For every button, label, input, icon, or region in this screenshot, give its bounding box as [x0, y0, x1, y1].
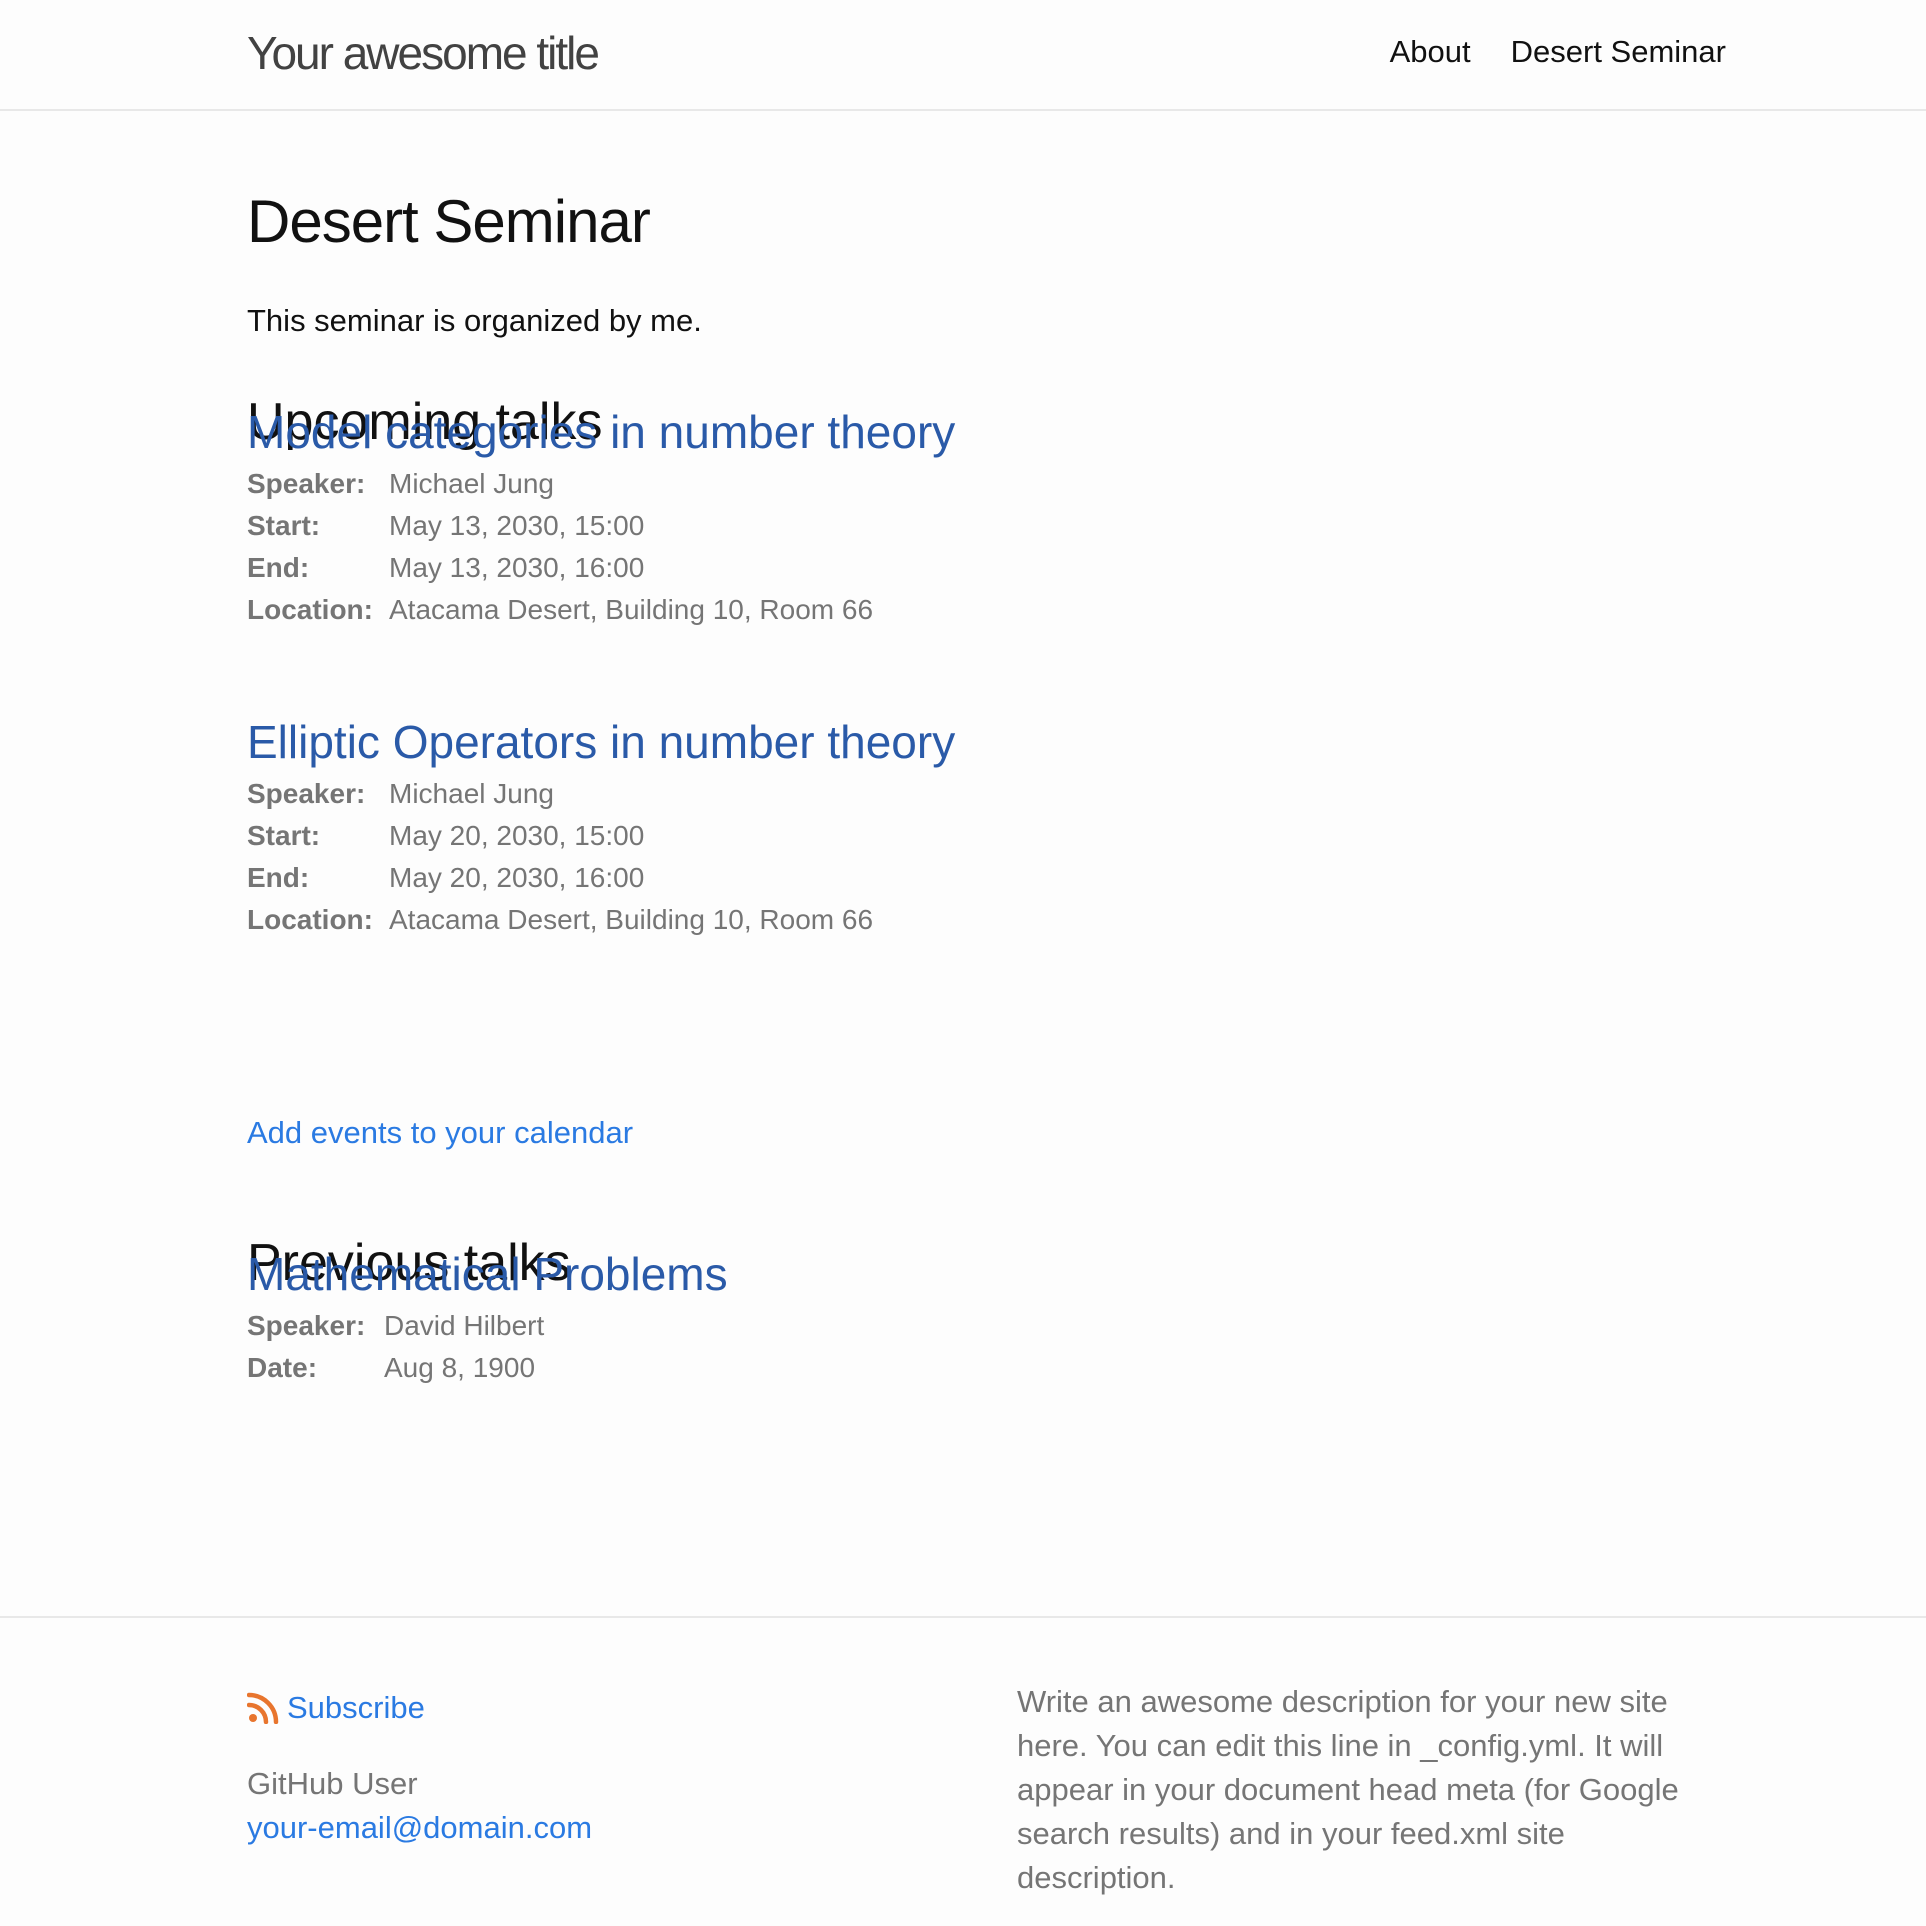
meta-key: Start:: [247, 820, 321, 851]
meta-key: End:: [247, 552, 310, 583]
meta-value: Atacama Desert, Building 10, Room 66: [389, 904, 874, 935]
talk-meta: Speaker: Michael Jung Start: May 13, 203…: [247, 463, 873, 631]
meta-key: Speaker:: [247, 1310, 366, 1341]
meta-value: May 20, 2030, 15:00: [389, 820, 645, 851]
meta-key: Date:: [247, 1352, 318, 1383]
talk-meta: Speaker: David Hilbert Date: Aug 8, 1900: [247, 1305, 544, 1389]
site-header: Your awesome title About Desert Seminar: [0, 0, 1926, 111]
meta-key: Location:: [247, 904, 373, 935]
meta-row-start: Start: May 20, 2030, 15:00: [247, 815, 873, 857]
footer-username: GitHub User: [247, 1766, 418, 1801]
meta-value: May 20, 2030, 16:00: [389, 862, 645, 893]
meta-key: Location:: [247, 594, 373, 625]
meta-key: End:: [247, 862, 310, 893]
subscribe-link[interactable]: Subscribe: [247, 1690, 425, 1726]
talk-meta: Speaker: Michael Jung Start: May 20, 203…: [247, 773, 873, 941]
talk-title-link[interactable]: Model categories in number theory: [247, 405, 955, 459]
meta-row-location: Location: Atacama Desert, Building 10, R…: [247, 589, 873, 631]
nav-about-link[interactable]: About: [1390, 34, 1471, 70]
site-footer: Subscribe GitHub User your-email@domain.…: [0, 1616, 1926, 1926]
meta-row-speaker: Speaker: Michael Jung: [247, 773, 873, 815]
add-to-calendar-link[interactable]: Add events to your calendar: [247, 1115, 633, 1151]
meta-key: Start:: [247, 510, 321, 541]
meta-value: Michael Jung: [389, 468, 554, 499]
site-title-link[interactable]: Your awesome title: [247, 26, 600, 80]
intro-text: This seminar is organized by me.: [247, 303, 702, 338]
page-title: Desert Seminar: [247, 188, 651, 255]
meta-row-location: Location: Atacama Desert, Building 10, R…: [247, 899, 873, 941]
meta-row-speaker: Speaker: David Hilbert: [247, 1305, 544, 1347]
subscribe-label: Subscribe: [287, 1690, 425, 1725]
meta-row-end: End: May 20, 2030, 16:00: [247, 857, 873, 899]
meta-value: Aug 8, 1900: [384, 1352, 536, 1383]
meta-key: Speaker:: [247, 778, 366, 809]
meta-row-end: End: May 13, 2030, 16:00: [247, 547, 873, 589]
meta-row-speaker: Speaker: Michael Jung: [247, 463, 873, 505]
meta-value: May 13, 2030, 16:00: [389, 552, 645, 583]
meta-value: David Hilbert: [384, 1310, 545, 1341]
site-nav: About Desert Seminar: [1390, 34, 1726, 70]
footer-email-link[interactable]: your-email@domain.com: [247, 1810, 592, 1846]
talk-title-link[interactable]: Elliptic Operators in number theory: [247, 715, 955, 769]
talk-title-link[interactable]: Mathematical Problems: [247, 1247, 728, 1301]
meta-value: May 13, 2030, 15:00: [389, 510, 645, 541]
site-description: Write an awesome description for your ne…: [1017, 1684, 1679, 1895]
meta-key: Speaker:: [247, 468, 366, 499]
nav-desert-seminar-link[interactable]: Desert Seminar: [1511, 34, 1726, 70]
rss-icon: [247, 1692, 279, 1724]
meta-row-date: Date: Aug 8, 1900: [247, 1347, 544, 1389]
meta-value: Michael Jung: [389, 778, 554, 809]
meta-row-start: Start: May 13, 2030, 15:00: [247, 505, 873, 547]
meta-value: Atacama Desert, Building 10, Room 66: [389, 594, 874, 625]
